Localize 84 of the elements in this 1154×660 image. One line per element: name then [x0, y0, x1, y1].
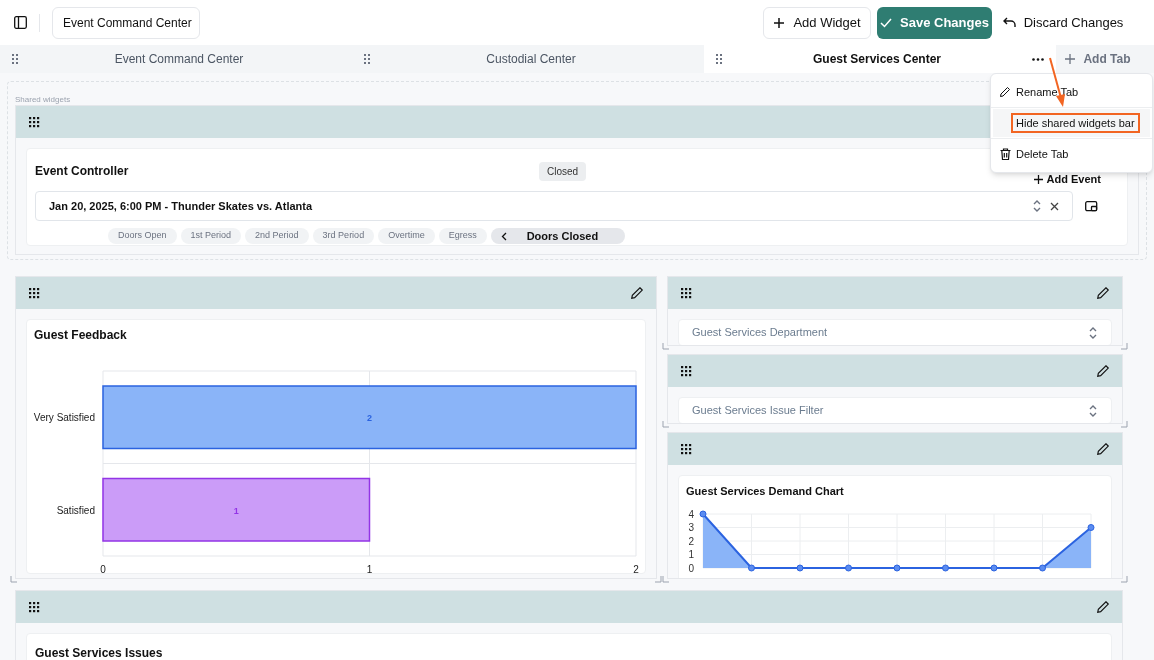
resize-handle-icon[interactable]: [1120, 342, 1128, 350]
event-select[interactable]: Jan 20, 2025, 6:00 PM - Thunder Skates vs. Atlanta: [35, 191, 1073, 221]
edit-icon[interactable]: [1096, 600, 1110, 614]
axis-tick-label: Satisfied: [56, 504, 95, 516]
clear-icon[interactable]: [1050, 201, 1059, 211]
pencil-icon: [999, 86, 1011, 98]
picture-in-picture-icon[interactable]: [1085, 200, 1098, 212]
axis-tick-label: Very Satisfied: [33, 412, 95, 424]
add-button[interactable]: Add Widget: [763, 6, 871, 39]
resize-handle-icon[interactable]: [1120, 420, 1128, 428]
drag-handle-icon[interactable]: [28, 601, 40, 613]
undo-icon: [1002, 17, 1016, 28]
data-point: [1087, 523, 1095, 531]
more-icon[interactable]: [1032, 57, 1044, 61]
axis-tick-label: 0: [100, 564, 106, 575]
axis-tick-label: 4: [688, 508, 694, 519]
data-label: 2: [367, 413, 372, 424]
edit-icon[interactable]: [630, 286, 644, 300]
drag-handle-icon[interactable]: [28, 287, 40, 299]
axis-tick-label: 2: [688, 535, 694, 546]
trash-icon: [999, 148, 1011, 160]
stage-chip[interactable]: 3rd Period: [312, 228, 375, 244]
edit-icon[interactable]: [1096, 286, 1110, 300]
drag-handle-icon[interactable]: [680, 365, 692, 377]
widget-title: Event Controller: [35, 163, 130, 180]
edit-icon[interactable]: [1096, 442, 1110, 456]
axis-tick-label: 0: [688, 562, 694, 573]
menu-item[interactable]: Rename Tab: [993, 78, 1150, 106]
drag-handle-icon[interactable]: [364, 53, 370, 65]
chevron-left-icon: [500, 231, 507, 241]
stage-chip[interactable]: 2nd Period: [245, 228, 309, 244]
menu-item[interactable]: Hide shared widgets bar: [993, 109, 1150, 137]
add-tab-button[interactable]: Add Tab: [1056, 45, 1140, 73]
axis-tick-label: 1: [688, 548, 694, 560]
status-badge: Closed: [539, 161, 587, 181]
discard-button[interactable]: Discard Changes: [998, 6, 1128, 39]
data-point: [1039, 564, 1046, 571]
save-button[interactable]: Save Changes: [877, 6, 992, 39]
stage-chip[interactable]: Egress: [438, 228, 487, 244]
drag-handle-icon[interactable]: [680, 287, 692, 299]
tab[interactable]: Guest Services Center: [704, 45, 1056, 73]
axis-tick-label: 2: [633, 564, 639, 575]
dashboard-name-field[interactable]: Event Command Center: [52, 6, 200, 39]
plus-icon: [1065, 54, 1076, 64]
data-point: [699, 510, 707, 517]
chevron-updown-icon: [1088, 404, 1098, 417]
plus-icon: [773, 16, 786, 29]
stage-chip[interactable]: Doors Closed: [490, 228, 625, 244]
plus-icon: [1033, 174, 1043, 184]
panel-label: Shared widgets: [15, 95, 71, 104]
data-point: [893, 564, 901, 571]
chart-title: Guest Feedback: [33, 327, 128, 344]
data-point: [796, 564, 804, 571]
select-field[interactable]: Guest Services Department: [678, 319, 1112, 345]
axis-tick-label: 1: [366, 564, 373, 575]
stage-chip[interactable]: Overtime: [378, 228, 435, 244]
data-label: 1: [233, 505, 239, 516]
edit-icon[interactable]: [1096, 364, 1110, 378]
data-point: [942, 564, 949, 571]
stage-chip[interactable]: 1st Period: [180, 228, 242, 244]
data-point: [748, 564, 755, 571]
stage-chip[interactable]: Doors Open: [108, 228, 177, 244]
drag-handle-icon[interactable]: [12, 53, 18, 65]
drag-handle-icon[interactable]: [28, 116, 40, 128]
sidebar-toggle-icon[interactable]: [14, 16, 27, 29]
drag-handle-icon[interactable]: [680, 443, 692, 455]
tab[interactable]: Event Command Center: [0, 45, 352, 73]
resize-handle-icon[interactable]: [1120, 575, 1128, 583]
drag-handle-icon[interactable]: [716, 53, 722, 65]
data-point: [990, 564, 998, 571]
widget-title: Guest Services Issues: [35, 646, 163, 660]
chevron-updown-icon: [1088, 326, 1098, 339]
resize-handle-icon[interactable]: [10, 575, 18, 583]
axis-tick-label: 3: [688, 521, 694, 533]
tab[interactable]: Custodial Center: [352, 45, 704, 73]
data-point: [845, 564, 852, 571]
resize-handle-icon[interactable]: [662, 420, 670, 428]
add-event-button[interactable]: Add Event: [1033, 170, 1101, 188]
check-icon: [880, 17, 893, 28]
resize-handle-icon[interactable]: [662, 342, 670, 350]
menu-item[interactable]: Delete Tab: [993, 140, 1150, 168]
chevron-updown-icon: [1032, 200, 1042, 212]
chart-title: Guest Services Demand Chart: [685, 484, 845, 499]
select-field[interactable]: Guest Services Issue Filter: [678, 397, 1112, 423]
